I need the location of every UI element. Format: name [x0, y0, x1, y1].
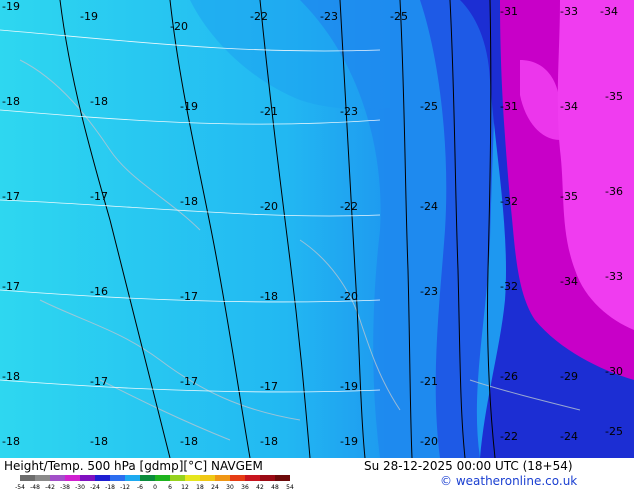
legend-swatch — [110, 475, 125, 481]
contour-label: -20 — [420, 435, 438, 448]
contour-label: -22 — [340, 200, 358, 213]
legend-tick-label: 6 — [168, 484, 172, 490]
contour-label: -23 — [420, 285, 438, 298]
legend-swatch — [35, 475, 50, 481]
contour-label: -17 — [180, 290, 198, 303]
contour-label: -33 — [605, 270, 623, 283]
contour-label: -17 — [180, 375, 198, 388]
legend-swatch — [245, 475, 260, 481]
contour-label: -22 — [500, 430, 518, 443]
legend-tick-label: 18 — [196, 484, 204, 490]
legend-tick-label: -38 — [60, 484, 70, 490]
contour-label: -19 — [80, 10, 98, 23]
legend-tick-label: -12 — [120, 484, 130, 490]
contour-label: -22 — [250, 10, 268, 23]
contour-label: -17 — [90, 375, 108, 388]
contour-label: -32 — [500, 195, 518, 208]
contour-label: -18 — [260, 435, 278, 448]
contour-label: -17 — [260, 380, 278, 393]
legend-tick-label: -54 — [15, 484, 25, 490]
legend-swatch — [230, 475, 245, 481]
contour-label: -32 — [500, 280, 518, 293]
legend-tick-label: 42 — [256, 484, 264, 490]
contour-label: -34 — [560, 275, 578, 288]
map-footer: Height/Temp. 500 hPa [gdmp][°C] NAVGEM S… — [0, 458, 634, 490]
contour-label: -26 — [500, 370, 518, 383]
contour-label: -20 — [260, 200, 278, 213]
contour-label: -17 — [90, 190, 108, 203]
contour-label: -18 — [180, 195, 198, 208]
legend-tick-label: -18 — [105, 484, 115, 490]
legend-swatch — [260, 475, 275, 481]
legend-swatch — [140, 475, 155, 481]
contour-label: -19 — [340, 380, 358, 393]
legend-swatch — [275, 475, 290, 481]
legend-swatch — [170, 475, 185, 481]
legend-tick-label: -48 — [30, 484, 40, 490]
legend-swatch — [80, 475, 95, 481]
contour-label: -21 — [260, 105, 278, 118]
legend-swatch — [215, 475, 230, 481]
contour-label: -25 — [420, 100, 438, 113]
legend-tick-label: -30 — [75, 484, 85, 490]
legend-tick-label: -6 — [137, 484, 143, 490]
legend-tick-label: -24 — [90, 484, 100, 490]
legend-tick-label: 36 — [241, 484, 249, 490]
valid-time: Su 28-12-2025 00:00 UTC (18+54) — [364, 459, 573, 473]
legend-swatch — [185, 475, 200, 481]
legend-swatch — [50, 475, 65, 481]
legend-swatch — [95, 475, 110, 481]
contour-label: -16 — [90, 285, 108, 298]
contour-label: -31 — [500, 100, 518, 113]
contour-label: -17 — [2, 280, 20, 293]
map-view: -19 -19 -20 -22 -23 -25 -31 -33 -34 -18 … — [0, 0, 634, 490]
contour-label: -20 — [340, 290, 358, 303]
legend-swatch — [155, 475, 170, 481]
legend-tick-label: 0 — [153, 484, 157, 490]
contour-label: -34 — [560, 100, 578, 113]
contour-label: -35 — [560, 190, 578, 203]
contour-label: -34 — [600, 5, 618, 18]
contour-label: -18 — [2, 95, 20, 108]
contour-label: -18 — [2, 370, 20, 383]
contour-label: -19 — [180, 100, 198, 113]
contour-label: -24 — [560, 430, 578, 443]
contour-label: -36 — [605, 185, 623, 198]
color-scale-legend: -54 -48 -42 -38 -30 -24 -18 -12 -6 0 6 12 18 24 30 36 42… — [15, 475, 294, 490]
legend-tick-label: 54 — [286, 484, 294, 490]
contour-label: -29 — [560, 370, 578, 383]
legend-swatch — [20, 475, 35, 481]
legend-tick-label: 30 — [226, 484, 234, 490]
legend-tick-label: -42 — [45, 484, 55, 490]
contour-label: -17 — [2, 190, 20, 203]
contour-label: -23 — [340, 105, 358, 118]
contour-label: -19 — [340, 435, 358, 448]
legend-swatch — [125, 475, 140, 481]
contour-label: -30 — [605, 365, 623, 378]
contour-label: -25 — [390, 10, 408, 23]
contour-label: -18 — [180, 435, 198, 448]
contour-label: -18 — [260, 290, 278, 303]
contour-label: -19 — [2, 0, 20, 13]
contour-label: -25 — [605, 425, 623, 438]
credit-link[interactable]: © weatheronline.co.uk — [440, 474, 577, 488]
legend-swatch — [200, 475, 215, 481]
weather-map: -19 -19 -20 -22 -23 -25 -31 -33 -34 -18 … — [0, 0, 634, 458]
contour-label: -21 — [420, 375, 438, 388]
contour-label: -18 — [90, 95, 108, 108]
contour-label: -23 — [320, 10, 338, 23]
contour-label: -31 — [500, 5, 518, 18]
legend-swatch — [65, 475, 80, 481]
legend-tick-label: 12 — [181, 484, 189, 490]
legend-tick-label: 24 — [211, 484, 219, 490]
contour-label: -24 — [420, 200, 438, 213]
legend-tick-label: 48 — [271, 484, 279, 490]
contour-label: -35 — [605, 90, 623, 103]
contour-label: -33 — [560, 5, 578, 18]
product-label: Height/Temp. 500 hPa [gdmp][°C] NAVGEM — [4, 459, 263, 473]
contour-label: -18 — [2, 435, 20, 448]
contour-label: -20 — [170, 20, 188, 33]
contour-label: -18 — [90, 435, 108, 448]
